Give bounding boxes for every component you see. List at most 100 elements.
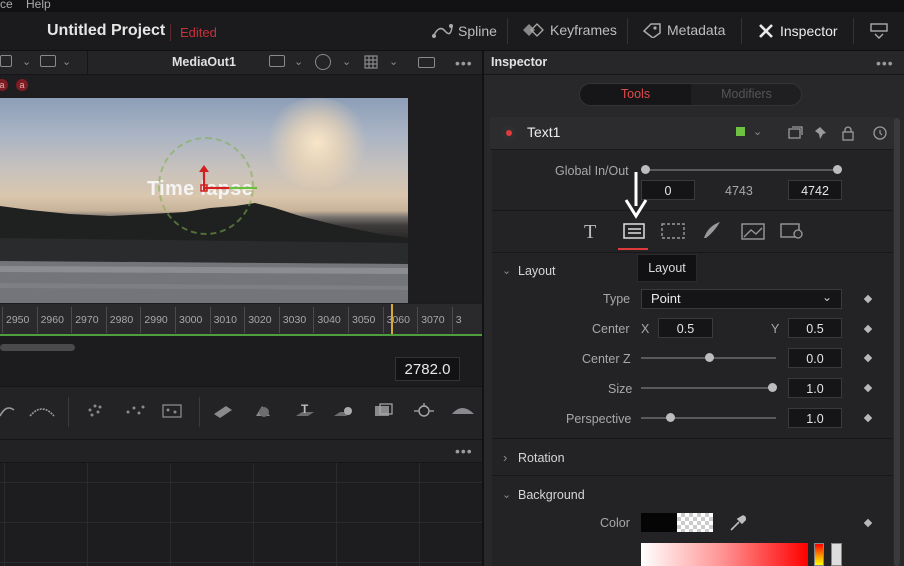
color-channel-icon[interactable]	[315, 54, 331, 70]
inspector-button[interactable]: Inspector	[757, 22, 838, 40]
center-x-label: X	[641, 322, 650, 336]
global-range-track[interactable]	[645, 169, 838, 171]
chevron-down-icon[interactable]: ⌄	[502, 488, 511, 501]
playhead[interactable]	[391, 304, 393, 334]
channel-badge[interactable]: a	[16, 79, 28, 91]
section-rotation[interactable]: Rotation	[518, 451, 565, 465]
timecode-field[interactable]: 2782.0	[395, 357, 460, 381]
spline-button[interactable]: Spline	[431, 22, 497, 40]
ruler-tick-line	[140, 307, 142, 333]
ruler-tick-label: 3000	[179, 314, 203, 326]
viewer-more-button[interactable]: •••	[455, 55, 473, 71]
chevron-right-icon[interactable]: ›	[503, 450, 507, 465]
ruler-tick-line	[175, 307, 176, 333]
node-editor-canvas[interactable]	[0, 463, 482, 566]
chevron-down-icon[interactable]: ⌄	[342, 55, 351, 68]
ruler-tick-label: 2960	[40, 314, 64, 326]
metadata-label: Metadata	[667, 22, 726, 38]
tab-tools[interactable]: Tools	[580, 84, 691, 105]
chevron-down-icon[interactable]: ⌄	[22, 55, 31, 68]
ruler-tick-label: 3	[455, 314, 462, 326]
timeline-scrollbar[interactable]	[0, 344, 75, 351]
divider	[87, 51, 88, 74]
size-field[interactable]: 1.0	[788, 378, 842, 398]
global-out-knob[interactable]	[833, 165, 842, 174]
ruler-tick-line	[105, 307, 107, 333]
tool-enable-toggle[interactable]	[502, 126, 516, 140]
centerz-label: Center Z	[582, 352, 631, 366]
edited-status: Edited	[180, 25, 217, 40]
type-dropdown[interactable]: Point	[641, 289, 842, 309]
ruler-tick-label: 3030	[282, 314, 307, 326]
section-background[interactable]: Background	[518, 488, 585, 502]
size-slider[interactable]	[641, 387, 776, 389]
perspective-knob[interactable]	[666, 413, 675, 422]
active-tab-indicator	[618, 248, 648, 250]
section-layout[interactable]: Layout	[518, 264, 556, 278]
centerz-knob[interactable]	[705, 353, 714, 362]
ruler-tick-line	[2, 307, 3, 333]
divider	[492, 210, 893, 211]
ruler-tick-label: 2980	[109, 314, 134, 326]
control-tabs: T	[584, 221, 803, 243]
ruler-tick-line	[36, 307, 38, 333]
keyframes-button[interactable]: Keyframes	[523, 22, 617, 38]
layout-toggle-button[interactable]	[870, 22, 888, 45]
keyframes-icon	[523, 23, 544, 37]
viewer-layout-icon[interactable]	[0, 55, 12, 67]
global-out-field[interactable]: 4742	[788, 180, 842, 200]
ruler-tick-label: 2990	[144, 314, 168, 326]
centerz-field[interactable]: 0.0	[788, 348, 842, 368]
chevron-down-icon[interactable]: ⌄	[62, 55, 71, 68]
inspector-title: Inspector	[491, 55, 548, 69]
grid-icon[interactable]	[364, 55, 378, 74]
alpha-slider[interactable]	[831, 543, 842, 566]
node-editor-header	[0, 440, 482, 463]
tool-name: Text1	[527, 124, 561, 140]
menu-item-partial[interactable]: ce	[0, 0, 13, 11]
divider	[492, 438, 893, 439]
ruler-tick-label: 3050	[352, 314, 376, 326]
size-knob[interactable]	[768, 383, 777, 392]
chevron-down-icon[interactable]: ⌄	[389, 55, 398, 68]
perspective-field[interactable]: 1.0	[788, 408, 842, 428]
center-widget-icon[interactable]	[195, 163, 265, 197]
perspective-slider[interactable]	[641, 417, 776, 419]
hue-slider[interactable]	[814, 543, 824, 566]
panel-layout-icon	[870, 23, 888, 39]
reset-icon	[873, 126, 887, 140]
ruler-tick-label: 3010	[213, 314, 237, 326]
center-y-field[interactable]: 0.5	[788, 318, 842, 338]
divider	[741, 18, 742, 44]
color-swatch[interactable]	[641, 513, 678, 532]
viewer-title[interactable]: MediaOut1	[172, 55, 236, 69]
inspector-scrollbar[interactable]	[894, 118, 900, 566]
menu-item-help[interactable]: Help	[26, 0, 51, 11]
chevron-down-icon[interactable]: ⌄	[502, 264, 511, 277]
alpha-swatch[interactable]	[677, 513, 713, 532]
color-picker-field[interactable]	[641, 543, 808, 566]
node-color-swatch[interactable]	[736, 127, 745, 136]
render-range-bar	[0, 334, 482, 336]
global-duration: 4743	[725, 184, 753, 198]
type-label: Type	[603, 292, 631, 306]
svg-text:T: T	[584, 221, 596, 243]
node-more-button[interactable]: •••	[455, 443, 473, 459]
chevron-down-icon[interactable]: ⌄	[753, 125, 762, 138]
center-x-field[interactable]: 0.5	[658, 318, 713, 338]
chevron-down-icon[interactable]: ⌄	[294, 55, 303, 68]
divider	[627, 18, 628, 44]
viewer-mode-icon[interactable]	[40, 55, 56, 67]
title-divider	[170, 24, 171, 41]
eyedropper-icon[interactable]	[729, 514, 747, 532]
ruler-tick-line	[71, 307, 73, 333]
pin-icon	[815, 127, 826, 139]
metadata-button[interactable]: Metadata	[642, 22, 725, 38]
inspector-more-button[interactable]: •••	[876, 55, 894, 71]
fit-view-icon[interactable]	[418, 57, 435, 68]
inspector-icon	[759, 24, 773, 38]
viewer-option-icon[interactable]	[269, 55, 285, 67]
tab-modifiers[interactable]: Modifiers	[692, 84, 801, 105]
center-y-label: Y	[771, 322, 780, 336]
chevron-down-icon[interactable]: ⌄	[822, 290, 832, 304]
